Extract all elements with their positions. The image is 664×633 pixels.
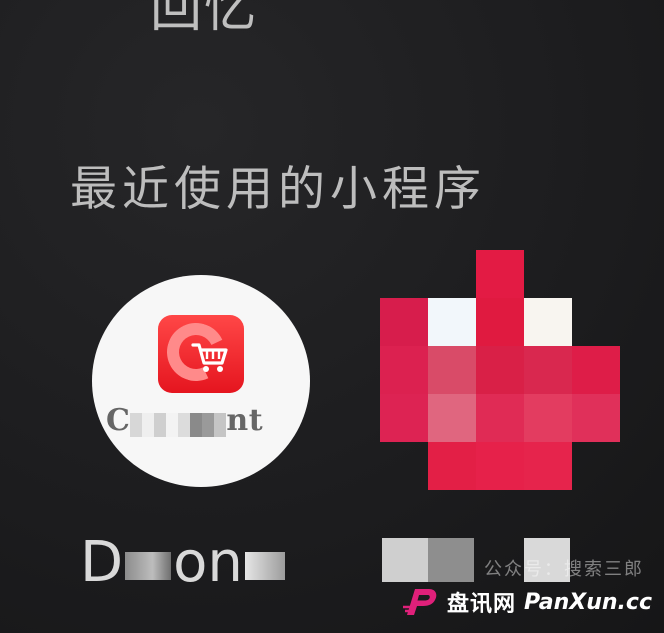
panxun-logo-icon [403,589,437,615]
watermark-en-text: PanXun.cc [524,589,652,615]
watermark-faint-text: 公众号：搜索三郎 [484,559,644,580]
mini-program-panel: 回忆 最近使用的小程序 Cnt D on 公众号：搜索三郎 盘讯网 PanXun… [0,0,664,633]
pixel-block [476,298,524,346]
pixel-block [476,346,524,394]
pixel-block [476,442,524,490]
label-mosaic-blur [244,551,285,580]
clipped-header-text: 回忆 [150,0,259,39]
watermark-cn-text: 盘讯网 [447,592,517,617]
label-mosaic-blur [382,538,428,582]
pixel-block [524,346,572,394]
name-suffix: nt [226,403,264,438]
shopping-app-logo [158,315,244,393]
pixel-block [428,394,476,442]
pixel-block [572,394,620,442]
pixel-block [476,250,524,298]
label-prefix: D [80,530,124,595]
pixel-block [428,442,476,490]
recent-mini-programs-title: 最近使用的小程序 [70,162,486,217]
label-mosaic-blur [125,551,172,580]
watermark: 盘讯网 PanXun.cc [403,585,652,619]
mini-program-name-1: Cnt [106,403,301,438]
pixel-block [572,346,620,394]
name-mosaic-blur [130,410,227,437]
pixel-block [380,298,428,346]
name-prefix: C [106,403,131,438]
pixel-block [380,346,428,394]
pixel-block [428,298,476,346]
mini-program-item-2[interactable] [380,250,620,490]
pixel-block [476,394,524,442]
mini-program-item-1[interactable]: Cnt [92,275,310,487]
label-mosaic-blur [428,538,474,582]
shopping-cart-icon [191,343,228,372]
mini-program-label-1: Don [80,530,287,595]
pixel-block [428,346,476,394]
pixel-block [524,298,572,346]
pixel-block [524,394,572,442]
label-suffix: on [173,530,243,595]
pixel-block [524,442,572,490]
pixel-block [380,394,428,442]
